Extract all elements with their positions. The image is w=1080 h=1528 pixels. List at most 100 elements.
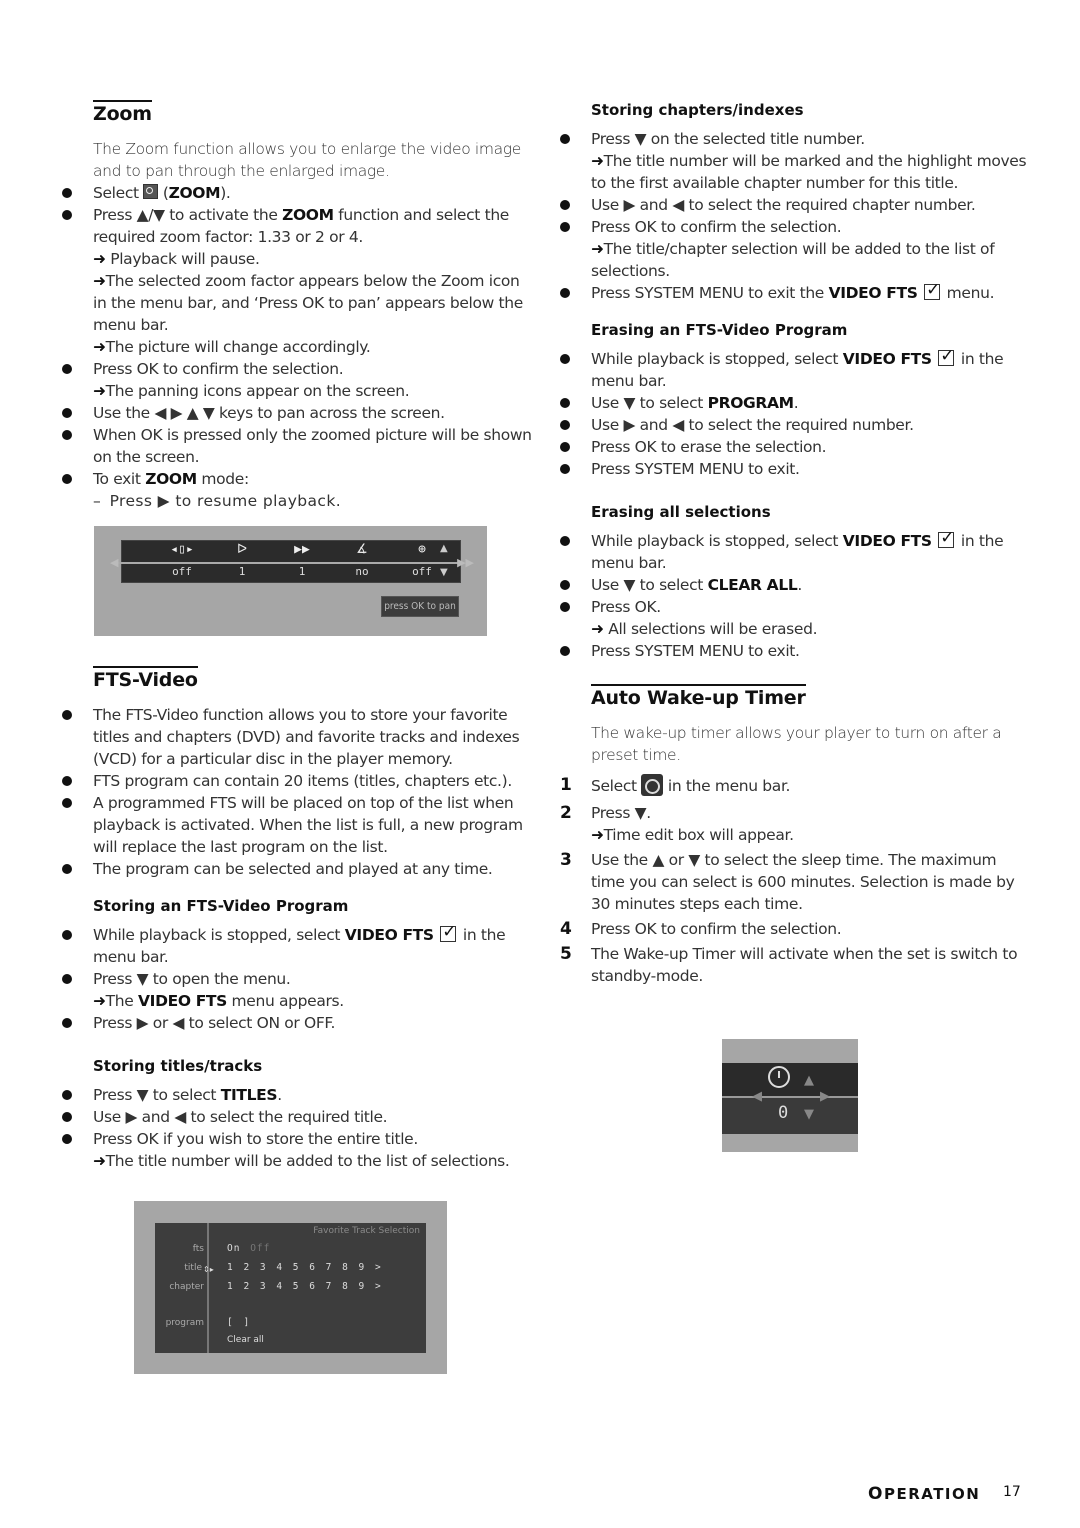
list-item: FTS program can contain 20 items (titles… — [62, 770, 532, 792]
bullet-icon — [62, 430, 72, 440]
result-line: ➜ All selections will be erased. — [591, 620, 818, 638]
list-item: The FTS-Video function allows you to sto… — [62, 704, 532, 770]
zoom-icon — [143, 184, 159, 199]
arrow-icon: ➜ — [93, 992, 106, 1010]
list-item: Press OK. ➜ All selections will be erase… — [560, 596, 1030, 640]
result-line: ➜The picture will change accordingly. — [93, 338, 371, 356]
bullet-icon — [62, 188, 72, 198]
down-arrow-icon[interactable]: ▼ — [804, 1107, 814, 1122]
fast-forward-icon: ▶▶ — [294, 542, 310, 557]
panel-divider — [207, 1223, 209, 1353]
bullet-icon — [560, 646, 570, 656]
zoom-steps: Select (ZOOM). Press ▲/▼ to activate the… — [62, 182, 532, 512]
title-row[interactable]: 1 2 3 4 5 6 7 8 9 > — [227, 1262, 382, 1273]
up-arrow-icon: ▲ — [440, 543, 448, 554]
checkbox-icon — [938, 345, 955, 367]
list-item: The program can be selected and played a… — [62, 858, 532, 880]
angle-change-icon: ∡ — [356, 542, 368, 557]
timer-heading: Auto Wake-up Timer — [591, 684, 806, 710]
list-item: Select (ZOOM). — [62, 182, 532, 204]
bullet-icon — [62, 710, 72, 720]
list-item: When OK is pressed only the zoomed pictu… — [62, 424, 532, 468]
bullet-icon — [62, 1090, 72, 1100]
arrow-icon: ➜ — [93, 1152, 106, 1170]
bullet-icon — [62, 364, 72, 374]
erasing-all-steps: While playback is stopped, select VIDEO … — [560, 527, 1030, 662]
bullet-icon — [62, 408, 72, 418]
bullet-icon — [560, 354, 570, 364]
menu-divider — [112, 562, 470, 564]
scroll-right-icon: ▶▶ — [457, 556, 474, 569]
bullet-icon — [62, 974, 72, 984]
bullet-icon — [560, 536, 570, 546]
list-item: Press OK to confirm the selection. ➜The … — [560, 216, 1030, 282]
result-line: ➜The title number will be added to the l… — [93, 1152, 510, 1170]
arrow-icon: ➜ — [591, 152, 604, 170]
list-item: Press OK if you wish to store the entire… — [62, 1128, 532, 1172]
bullet-icon — [560, 602, 570, 612]
up-arrow-icon[interactable]: ▲ — [804, 1073, 814, 1088]
storing-titles-heading: Storing titles/tracks — [93, 1057, 263, 1075]
menu-value: off — [172, 565, 192, 578]
bullet-icon — [560, 288, 570, 298]
result-line: ➜Time edit box will appear. — [591, 826, 794, 844]
dash-line: – Press ▶ to resume playback. — [93, 492, 342, 510]
fts-bullets: The FTS-Video function allows you to sto… — [62, 704, 532, 880]
bullet-icon — [62, 210, 72, 220]
clear-all-option[interactable]: Clear all — [227, 1335, 264, 1345]
timer-menu-screenshot: ▲ ▼ ◀ ▶ 0 — [722, 1039, 858, 1152]
timer-intro: The wake-up timer allows your player to … — [591, 724, 1002, 764]
arrow-icon: ➜ — [93, 382, 106, 400]
arrow-icon: ➜ — [93, 272, 106, 290]
list-item: 3 Use the ▲ or ▼ to select the sleep time… — [560, 850, 1015, 913]
bullet-icon — [560, 580, 570, 590]
storing-chapters-steps: Press ▼ on the selected title number. ➜T… — [560, 128, 1030, 304]
list-item: Use ▶ and ◀ to select the required chapt… — [560, 194, 1030, 216]
timer-steps: 1 Select in the menu bar. 2 Press ▼. ➜Time… — [560, 774, 1030, 987]
press-ok-hint: press OK to pan — [381, 596, 459, 617]
list-item: While playback is stopped, select VIDEO … — [62, 921, 532, 968]
section-footer: OPERATION — [868, 1484, 981, 1504]
list-item: 4 Press OK to confirm the selection. — [560, 919, 842, 939]
list-item: Press SYSTEM MENU to exit the VIDEO FTS … — [560, 279, 1030, 304]
selector-icon: ⇕▸ — [203, 1265, 214, 1274]
list-item: Press OK to confirm the selection. ➜The … — [62, 358, 532, 402]
list-item: Press ▼ on the selected title number. ➜T… — [560, 128, 1030, 194]
list-item: Press OK to erase the selection. — [560, 436, 1030, 458]
zoom-heading: Zoom — [93, 100, 152, 126]
bullet-icon — [62, 1134, 72, 1144]
zoom-menu-bar: ◀ ▶▶ ◂▯▸ ᐅ ▶▶ ∡ ⊕ off 1 1 no off ▲ ▼ — [110, 540, 474, 583]
program-row[interactable]: [ ] — [227, 1317, 250, 1328]
fts-menu-screenshot: Favorite Track Selection fts title ⇕▸ ch… — [134, 1201, 447, 1374]
bullet-icon — [62, 798, 72, 808]
arrow-icon: ➜ — [591, 240, 604, 258]
arrow-icon: ➜ — [591, 620, 604, 638]
bullet-icon — [560, 398, 570, 408]
bullet-icon — [62, 864, 72, 874]
erasing-all-heading: Erasing all selections — [591, 503, 771, 521]
alarm-clock-icon — [641, 774, 664, 796]
bullet-icon — [560, 222, 570, 232]
list-item: Use the ◀ ▶ ▲ ▼ keys to pan across the s… — [62, 402, 532, 424]
result-line: ➜The title number will be marked and the… — [591, 152, 1027, 192]
fts-toggle[interactable]: On Off — [227, 1243, 270, 1254]
chapter-row[interactable]: 1 2 3 4 5 6 7 8 9 > — [227, 1281, 382, 1292]
arrow-icon: ➜ — [93, 250, 106, 268]
bullet-icon — [560, 464, 570, 474]
right-column: Storing chapters/indexes Press ▼ on the … — [560, 100, 1030, 987]
right-arrow-icon[interactable]: ▶ — [820, 1089, 830, 1104]
result-line: ➜ Playback will pause. — [93, 250, 260, 268]
left-arrow-icon[interactable]: ◀ — [752, 1089, 762, 1104]
menu-divider — [722, 1096, 858, 1098]
list-item: Use ▼ to select CLEAR ALL. — [560, 574, 1030, 596]
program-label: program — [165, 1318, 204, 1328]
arrow-icon: ➜ — [591, 826, 604, 844]
menu-value: no — [355, 565, 369, 578]
page-number: 17 — [1003, 1484, 1021, 1500]
menu-value: 1 — [238, 565, 246, 578]
angle-icon: ◂▯▸ — [170, 542, 194, 557]
storing-titles-steps: Press ▼ to select TITLES. Use ▶ and ◀ to… — [62, 1084, 532, 1172]
list-item: 1 Select in the menu bar. — [560, 774, 791, 796]
chapter-label: chapter — [169, 1282, 204, 1292]
result-line: ➜The title/chapter selection will be add… — [591, 240, 995, 280]
